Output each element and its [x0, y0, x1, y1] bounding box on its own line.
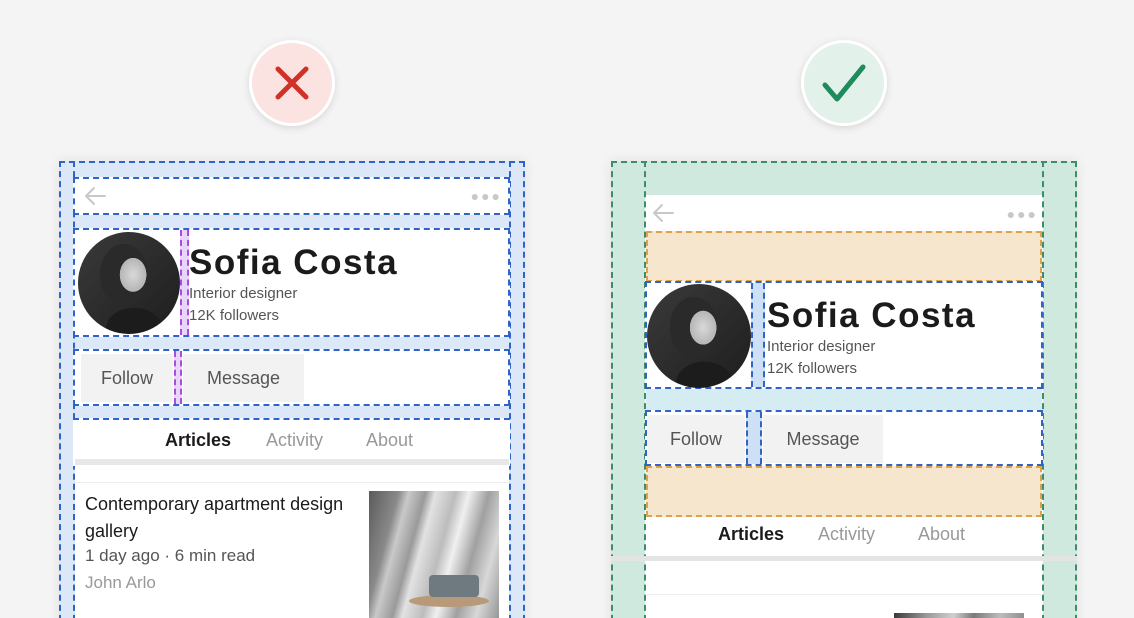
- arrow-left-icon[interactable]: [651, 203, 675, 223]
- tab-articles[interactable]: Articles: [718, 524, 784, 545]
- article-thumbnail: [369, 491, 499, 618]
- profile-header: Sofia Costa Interior designer 12K follow…: [73, 228, 510, 337]
- correct-badge: [801, 40, 887, 126]
- nav-bar: ●●●: [646, 195, 1042, 231]
- more-dots-icon[interactable]: ●●●: [471, 189, 502, 203]
- tab-articles[interactable]: Articles: [165, 430, 231, 451]
- thumbnail-chair: [429, 575, 479, 597]
- profile-followers: 12K followers: [189, 307, 280, 324]
- follow-button[interactable]: Follow: [81, 354, 173, 402]
- spacing-marker-buttons: [174, 351, 182, 404]
- profile-name: Sofia Costa: [189, 243, 399, 282]
- tab-divider: [75, 459, 509, 465]
- tab-about[interactable]: About: [918, 524, 965, 545]
- profile-role: Interior designer: [189, 285, 298, 302]
- phone-incorrect: ●●● Sofia Costa Interior designer 12K fo…: [59, 161, 525, 618]
- follow-button[interactable]: Follow: [647, 415, 745, 463]
- spacing-block-bottom: [646, 466, 1042, 517]
- spacing-marker-avatar-text: [180, 230, 189, 335]
- article-title: Contemporary apartment design gallery: [85, 494, 344, 541]
- article-meta: 1 day ago · 6 min read: [85, 546, 256, 565]
- article-card-top: [646, 594, 1042, 595]
- arrow-left-icon[interactable]: [83, 186, 107, 206]
- action-row: Follow Message: [73, 349, 510, 406]
- spacing-marker-buttons: [746, 412, 762, 464]
- spacing-block-mid: [646, 389, 1042, 411]
- avatar: [647, 284, 751, 388]
- article-card[interactable]: Contemporary apartment design gallery 1 …: [75, 482, 509, 618]
- spacing-marker-avatar-text: [751, 283, 765, 387]
- tab-bar: Articles Activity About: [646, 517, 1042, 557]
- phone-correct: ●●● Sofia Costa Interior designer 12K fo…: [611, 161, 1077, 618]
- message-button[interactable]: Message: [183, 354, 304, 402]
- incorrect-badge: [249, 40, 335, 126]
- profile-name: Sofia Costa: [767, 296, 977, 335]
- x-mark-icon: [275, 66, 309, 100]
- article-author: John Arlo: [85, 573, 156, 592]
- tab-activity[interactable]: Activity: [266, 430, 323, 451]
- tab-about[interactable]: About: [366, 430, 413, 451]
- check-mark-icon: [822, 64, 866, 102]
- article-thumbnail: [894, 613, 1024, 618]
- message-button[interactable]: Message: [763, 415, 883, 463]
- profile-header: Sofia Costa Interior designer 12K follow…: [645, 281, 1043, 389]
- article-card[interactable]: [646, 561, 1042, 618]
- nav-bar: ●●●: [73, 177, 510, 215]
- profile-role: Interior designer: [767, 338, 876, 355]
- spacing-block-top: [646, 231, 1042, 282]
- action-row: Follow Message: [645, 410, 1043, 466]
- more-dots-icon[interactable]: ●●●: [1007, 207, 1038, 221]
- tab-activity[interactable]: Activity: [818, 524, 875, 545]
- avatar: [78, 232, 180, 334]
- profile-followers: 12K followers: [767, 360, 858, 377]
- inner-guide-right: [1042, 161, 1044, 618]
